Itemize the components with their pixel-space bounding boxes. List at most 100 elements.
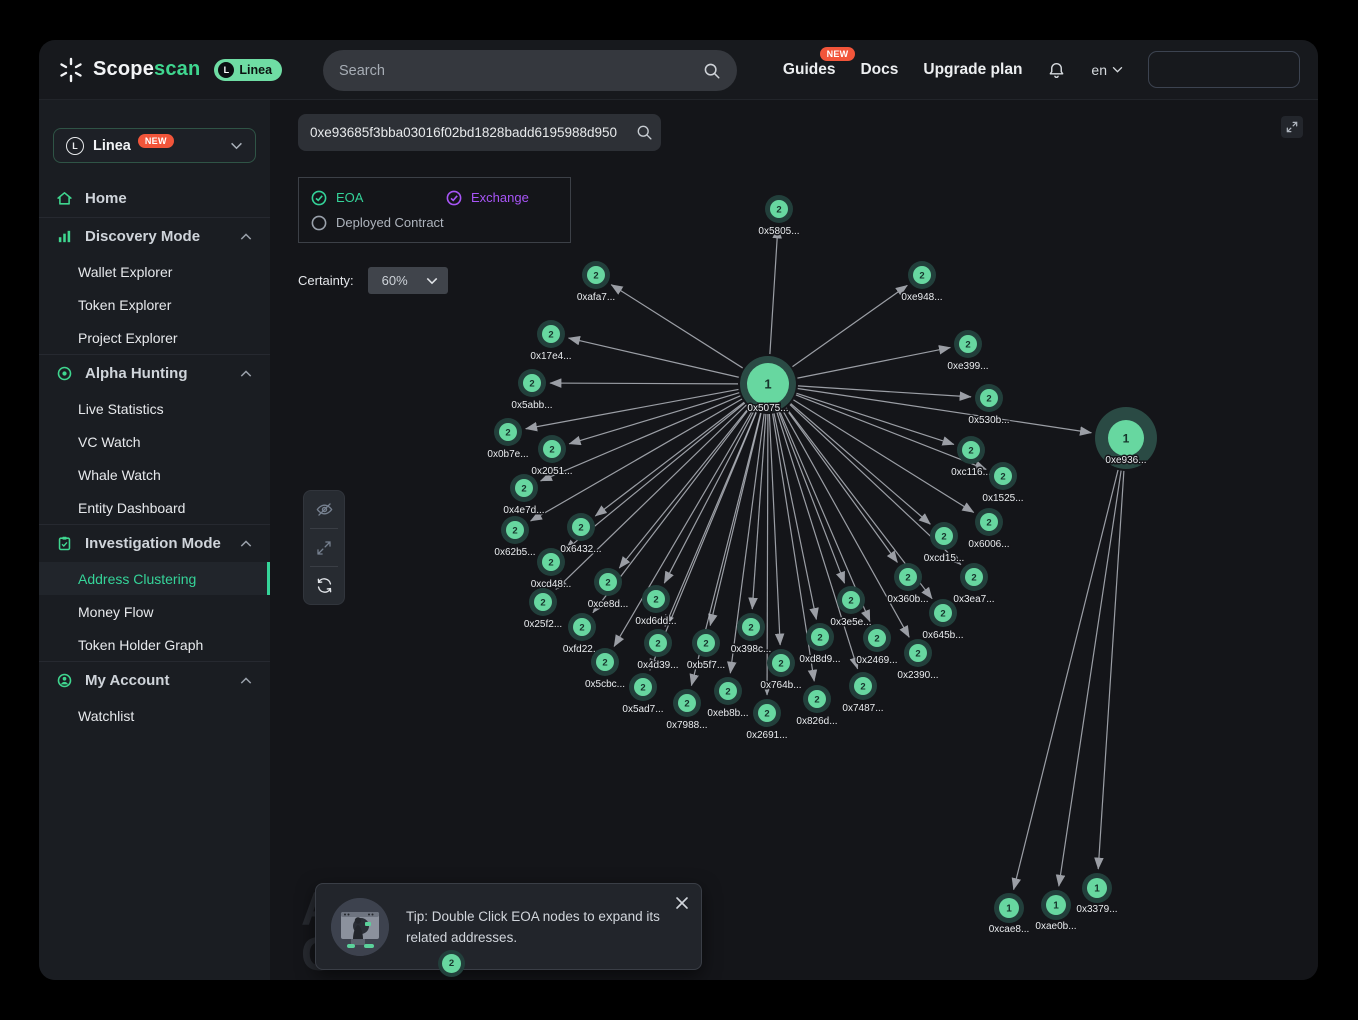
- sidebar-item-entity-dashboard[interactable]: Entity Dashboard: [39, 491, 270, 524]
- graph-node[interactable]: 20x6006...: [968, 508, 1009, 550]
- node-address-label: 0x2691...: [746, 730, 787, 741]
- sidebar-item-vc-watch[interactable]: VC Watch: [39, 425, 270, 458]
- notification-bell-icon[interactable]: [1047, 60, 1066, 80]
- graph-node[interactable]: 20xb5f7...: [687, 629, 725, 671]
- node-badge: 2: [1000, 471, 1005, 482]
- node-address-label: 0xeb8b...: [707, 708, 748, 719]
- hide-labels-button[interactable]: [304, 491, 344, 528]
- global-search[interactable]: [323, 50, 737, 91]
- graph-node[interactable]: 10x3379...: [1076, 873, 1117, 915]
- address-search-field[interactable]: [298, 114, 661, 151]
- graph-node[interactable]: 20xafa7...: [577, 261, 615, 303]
- scopescan-logo-icon: [57, 56, 85, 84]
- sidebar-item-token-holder-graph[interactable]: Token Holder Graph: [39, 628, 270, 661]
- graph-node[interactable]: 20xfd22...: [563, 613, 601, 655]
- sidebar-item-watchlist[interactable]: Watchlist: [39, 699, 270, 732]
- graph-node[interactable]: 10xae0b...: [1035, 890, 1076, 932]
- graph-node[interactable]: 20x7487...: [842, 672, 883, 714]
- graph-node[interactable]: 20x764b...: [760, 649, 801, 691]
- graph-node[interactable]: 20x2390...: [897, 639, 938, 681]
- graph-node[interactable]: 10xe936...: [1095, 407, 1157, 469]
- filter-eoa[interactable]: EOA: [311, 190, 446, 206]
- close-icon[interactable]: [674, 895, 690, 911]
- nav-docs[interactable]: Docs: [860, 61, 898, 79]
- graph-node[interactable]: 20x2469...: [856, 624, 897, 666]
- graph-node[interactable]: 20x7988...: [666, 689, 707, 731]
- sidebar-item-token-explorer[interactable]: Token Explorer: [39, 288, 270, 321]
- graph-node[interactable]: 20x645b...: [922, 599, 963, 641]
- graph-node[interactable]: 20x6432...: [560, 513, 601, 555]
- refresh-button[interactable]: [304, 567, 344, 604]
- graph-node[interactable]: 20xcd48...: [531, 548, 572, 590]
- node-badge: 2: [548, 329, 553, 340]
- sidebar-item-money-flow[interactable]: Money Flow: [39, 595, 270, 628]
- graph-node[interactable]: 20xe948...: [901, 261, 942, 303]
- checkbox-circle-icon: [311, 190, 327, 206]
- graph-node[interactable]: 20xe399...: [947, 330, 988, 372]
- graph-node[interactable]: 10xcae8...: [989, 893, 1030, 935]
- sidebar-item-project-explorer[interactable]: Project Explorer: [39, 321, 270, 354]
- nav-guides[interactable]: Guides NEW: [783, 61, 836, 79]
- sidebar-section-investigation-mode[interactable]: Investigation Mode: [39, 525, 270, 562]
- node-badge: 2: [776, 204, 781, 215]
- chain-selector-dropdown[interactable]: L Linea NEW: [53, 128, 256, 163]
- graph-node[interactable]: 20xd6dd...: [635, 585, 676, 627]
- sidebar-section-discovery-mode[interactable]: Discovery Mode: [39, 218, 270, 255]
- graph-node[interactable]: 20x3ea7...: [953, 563, 994, 605]
- node-address-label: 0x2390...: [897, 670, 938, 681]
- fullscreen-button[interactable]: [1281, 116, 1303, 138]
- graph-node[interactable]: 20x0b7e...: [487, 418, 528, 460]
- node-badge: 2: [653, 594, 658, 605]
- refresh-icon: [315, 576, 334, 595]
- sidebar-item-home[interactable]: Home: [39, 180, 270, 217]
- graph-node[interactable]: 20x5ad7...: [622, 673, 663, 715]
- linea-icon: L: [66, 137, 84, 155]
- graph-node[interactable]: 20x5abb...: [511, 369, 552, 411]
- graph-node[interactable]: 20xce8d...: [588, 568, 629, 610]
- graph-node[interactable]: 10x5075...: [740, 356, 796, 414]
- graph-node[interactable]: 20x1525...: [982, 462, 1023, 504]
- graph-node[interactable]: 20x5cbc...: [585, 648, 625, 690]
- certainty-dropdown[interactable]: 60%: [368, 267, 448, 294]
- graph-node[interactable]: 20xd8d9...: [799, 623, 840, 665]
- graph-node[interactable]: 20x4d39...: [637, 629, 678, 671]
- sidebar-item-whale-watch[interactable]: Whale Watch: [39, 458, 270, 491]
- sidebar-section-my-account[interactable]: My Account: [39, 662, 270, 699]
- search-input[interactable]: [339, 63, 703, 79]
- filter-label: Exchange: [471, 190, 529, 205]
- sidebar-section-alpha-hunting[interactable]: Alpha Hunting: [39, 355, 270, 392]
- fullscreen-icon: [1285, 120, 1299, 134]
- wallet-connect-button[interactable]: [1148, 51, 1300, 88]
- graph-node[interactable]: 20x2051...: [531, 435, 572, 477]
- graph-node[interactable]: 20x530b...: [968, 384, 1009, 426]
- graph-node-partial[interactable]: 2: [438, 950, 465, 977]
- graph-node[interactable]: 20x5805...: [758, 195, 799, 237]
- graph-edge: [797, 348, 950, 379]
- sidebar-item-live-statistics[interactable]: Live Statistics: [39, 392, 270, 425]
- graph-node[interactable]: 20x25f2...: [524, 588, 562, 630]
- graph-node[interactable]: 20xcd15...: [924, 522, 965, 564]
- graph-node[interactable]: 20x4e7d...: [503, 474, 544, 516]
- graph-canvas[interactable]: A C 10x5075...10xe936...20x5805...20xafa…: [270, 100, 1318, 980]
- graph-node[interactable]: 20x17e4...: [530, 320, 571, 362]
- brand-logo[interactable]: Scopescan L Linea: [57, 56, 282, 84]
- sidebar-item-address-clustering[interactable]: Address Clustering: [39, 562, 270, 595]
- graph-node[interactable]: 20x2691...: [746, 699, 787, 741]
- language-selector[interactable]: en: [1091, 62, 1123, 78]
- filter-exchange[interactable]: Exchange: [446, 190, 558, 206]
- user-icon: [56, 672, 73, 689]
- graph-node[interactable]: 20xc116...: [951, 436, 991, 478]
- graph-node[interactable]: 20x360b...: [887, 563, 928, 605]
- fit-view-button[interactable]: [304, 529, 344, 566]
- graph-node[interactable]: 20xeb8b...: [707, 677, 748, 719]
- graph-node[interactable]: 20x3e5e...: [830, 586, 871, 628]
- sidebar-item-wallet-explorer[interactable]: Wallet Explorer: [39, 255, 270, 288]
- address-input[interactable]: [298, 125, 636, 140]
- nav-upgrade-plan[interactable]: Upgrade plan: [923, 61, 1022, 79]
- graph-node[interactable]: 20x826d...: [796, 685, 837, 727]
- chevron-up-icon: [240, 677, 252, 685]
- filter-deployed-contract[interactable]: Deployed Contract: [311, 215, 558, 231]
- graph-node[interactable]: 20x398c...: [731, 613, 772, 655]
- node-badge: 2: [442, 954, 461, 973]
- graph-node[interactable]: 20x62b5...: [494, 516, 535, 558]
